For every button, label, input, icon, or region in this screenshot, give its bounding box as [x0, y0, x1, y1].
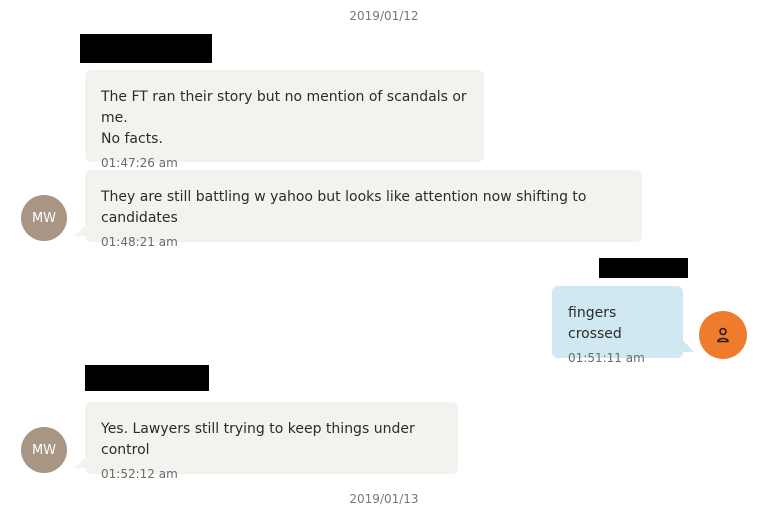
message-timestamp: 01:51:11 am [568, 351, 645, 365]
bubble-tail [683, 340, 694, 352]
message-bubble-outgoing: fingers crossed 01:51:11 am [552, 286, 683, 365]
user-avatar[interactable] [699, 311, 747, 359]
contact-avatar[interactable]: MW [21, 195, 67, 241]
person-icon [717, 327, 729, 343]
bubble-tail [74, 456, 87, 468]
message-text: They are still battling w yahoo but look… [101, 189, 587, 226]
bubble-tail [74, 224, 87, 236]
message-timestamp: 01:48:21 am [101, 235, 178, 249]
message-timestamp: 01:52:12 am [101, 467, 178, 481]
message-bubble-incoming: They are still battling w yahoo but look… [85, 170, 642, 249]
message-text: fingers crossed [568, 305, 622, 342]
avatar-initials: MW [31, 210, 57, 226]
date-separator-start: 2019/01/12 [349, 9, 419, 23]
contact-avatar[interactable]: MW [21, 427, 67, 473]
message-bubble-incoming: The FT ran their story but no mention of… [85, 70, 484, 170]
date-separator-end: 2019/01/13 [349, 492, 419, 506]
redacted-sender-name [80, 34, 212, 63]
message-text: Yes. Lawyers still trying to keep things… [101, 421, 415, 458]
message-timestamp: 01:47:26 am [101, 156, 178, 170]
message-bubble-incoming: Yes. Lawyers still trying to keep things… [85, 402, 458, 481]
redacted-sender-name [85, 365, 209, 391]
avatar-initials: MW [31, 442, 57, 458]
redacted-user-name [599, 258, 688, 278]
message-text: The FT ran their story but no mention of… [101, 89, 467, 147]
